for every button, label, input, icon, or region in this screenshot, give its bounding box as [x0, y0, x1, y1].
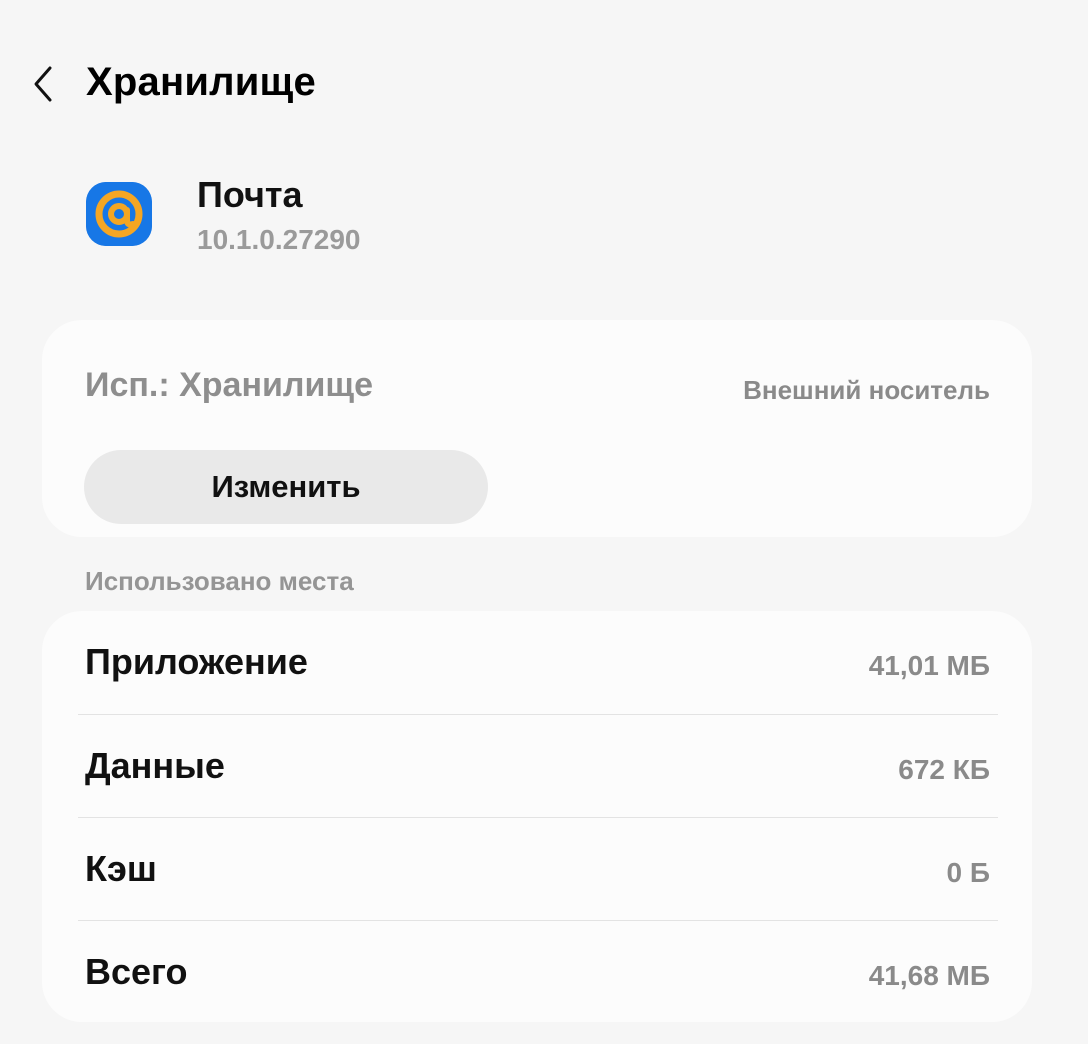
usage-label: Всего	[85, 951, 188, 992]
usage-row-cache: Кэш 0 Б	[42, 818, 1032, 920]
app-name: Почта	[197, 174, 303, 215]
change-storage-button[interactable]: Изменить	[84, 450, 488, 524]
usage-label: Кэш	[85, 848, 157, 889]
usage-row-total: Всего 41,68 МБ	[42, 921, 1032, 1023]
storage-location-label: Исп.: Хранилище	[85, 366, 373, 404]
usage-value: 672 КБ	[898, 754, 990, 785]
chevron-left-icon	[34, 66, 52, 102]
usage-value: 41,01 МБ	[868, 650, 990, 681]
storage-location-value: Внешний носитель	[743, 375, 990, 405]
space-used-card: Приложение 41,01 МБ Данные 672 КБ Кэш 0 …	[42, 611, 1032, 1022]
storage-location-card: Исп.: Хранилище Внешний носитель Изменит…	[42, 320, 1032, 537]
usage-value: 0 Б	[946, 857, 990, 888]
page-title: Хранилище	[86, 60, 316, 104]
at-sign-icon	[86, 182, 152, 246]
usage-row-data: Данные 672 КБ	[42, 715, 1032, 817]
header: Хранилище	[0, 0, 1088, 170]
usage-row-app: Приложение 41,01 МБ	[42, 611, 1032, 713]
app-version: 10.1.0.27290	[197, 224, 361, 255]
space-used-section-title: Использовано места	[85, 566, 354, 596]
usage-value: 41,68 МБ	[868, 960, 990, 991]
usage-label: Данные	[85, 745, 225, 786]
app-info: Почта 10.1.0.27290	[0, 170, 1088, 280]
usage-label: Приложение	[85, 641, 308, 682]
back-button[interactable]	[22, 58, 66, 110]
